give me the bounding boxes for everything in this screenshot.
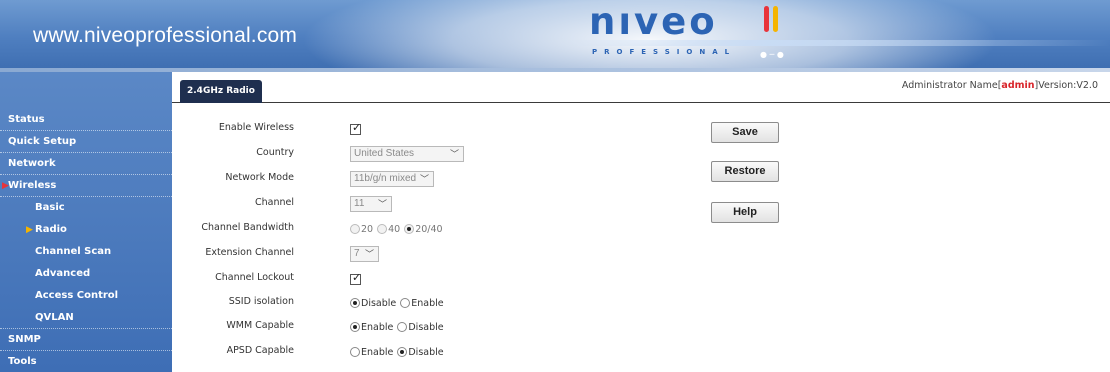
- tab-bar: 2.4GHz Radio Administrator Name[admin]Ve…: [172, 72, 1110, 103]
- bandwidth-40-radio[interactable]: [377, 224, 388, 234]
- ssid-isolation-label: SSID isolation: [228, 296, 294, 307]
- active-arrow-icon: ▶: [26, 225, 33, 235]
- sidebar-item-access-control[interactable]: Access Control: [0, 285, 172, 307]
- expand-arrow-icon: ▶: [2, 181, 9, 191]
- channel-lockout-row: Channel Lockout ✓: [172, 268, 592, 290]
- ssid-isolation-enable-radio[interactable]: [400, 298, 411, 308]
- bandwidth-20-40-radio[interactable]: [404, 224, 415, 234]
- bandwidth-20-40-label: 20/40: [415, 223, 443, 235]
- apsd-disable-radio[interactable]: [397, 347, 408, 357]
- site-url: www.niveoprofessional.com: [33, 24, 298, 47]
- apsd-capable-row: APSD Capable Enable Disable: [172, 341, 592, 363]
- logo-subtext: PROFESSIONAL: [592, 48, 737, 56]
- restore-button[interactable]: Restore: [711, 161, 779, 182]
- tab-2-4ghz-radio[interactable]: 2.4GHz Radio: [180, 80, 262, 103]
- sidebar-item-label: SNMP: [8, 334, 41, 345]
- sidebar-item-label: QVLAN: [35, 312, 74, 323]
- chevron-down-icon: ﹀: [364, 249, 374, 259]
- extension-channel-value: 7: [354, 248, 360, 259]
- sidebar-item-label: Wireless: [8, 180, 57, 191]
- chevron-down-icon: ﹀: [377, 199, 387, 209]
- apsd-enable-radio[interactable]: [350, 347, 360, 357]
- country-row: Country United States ﹀: [172, 143, 592, 165]
- checkmark-icon: ✓: [352, 270, 362, 284]
- network-mode-row: Network Mode 11b/g/n mixed ﹀: [172, 168, 592, 190]
- enable-wireless-label: Enable Wireless: [218, 122, 294, 133]
- channel-label: Channel: [254, 197, 294, 208]
- checkmark-icon: ✓: [352, 120, 362, 134]
- admin-name: admin: [1001, 80, 1035, 91]
- channel-bandwidth-row: Channel Bandwidth 20 40 20/40: [172, 218, 592, 240]
- country-value: United States: [354, 148, 415, 159]
- sidebar-item-status[interactable]: Status: [0, 109, 172, 131]
- admin-prefix: Administrator Name[: [901, 80, 1002, 91]
- chevron-down-icon: ﹀: [419, 174, 429, 184]
- enable-wireless-row: Enable Wireless ✓: [172, 118, 592, 140]
- bandwidth-20-radio[interactable]: [350, 224, 360, 234]
- channel-bandwidth-label: Channel Bandwidth: [201, 222, 294, 233]
- sidebar-item-label: Advanced: [35, 268, 91, 279]
- network-mode-label: Network Mode: [225, 172, 294, 183]
- wmm-disable-label: Disable: [408, 321, 444, 333]
- bandwidth-40-label: 40: [388, 223, 401, 235]
- ssid-isolation-row: SSID isolation Disable Enable: [172, 292, 592, 314]
- wmm-capable-row: WMM Capable Enable Disable: [172, 316, 592, 338]
- ssid-isolation-disable-radio[interactable]: [350, 298, 360, 308]
- channel-value: 11: [354, 198, 365, 209]
- wmm-disable-radio[interactable]: [397, 322, 408, 332]
- sidebar-item-label: Basic: [35, 202, 65, 213]
- chevron-down-icon: ﹀: [449, 149, 459, 159]
- sidebar-item-label: Access Control: [35, 290, 119, 301]
- help-button[interactable]: Help: [711, 202, 779, 223]
- channel-lockout-checkbox[interactable]: ✓: [350, 270, 362, 285]
- sidebar-item-label: Quick Setup: [8, 136, 77, 147]
- sidebar-item-basic[interactable]: Basic: [0, 197, 172, 219]
- sidebar-item-snmp[interactable]: SNMP: [0, 329, 172, 351]
- sidebar-item-wireless[interactable]: ▶ Wireless: [0, 175, 172, 197]
- network-mode-select[interactable]: 11b/g/n mixed ﹀: [350, 171, 434, 187]
- page-header: www.niveoprofessional.com nıveo PROFESSI…: [0, 0, 1110, 68]
- apsd-capable-label: APSD Capable: [226, 345, 294, 356]
- ssid-isolation-disable-label: Disable: [361, 297, 397, 309]
- channel-lockout-label: Channel Lockout: [215, 272, 294, 283]
- sidebar-item-label: Status: [8, 114, 45, 125]
- niveo-logo: nıveo: [589, 0, 718, 43]
- sidebar-item-label: Tools: [8, 356, 37, 367]
- country-select[interactable]: United States ﹀: [350, 146, 464, 162]
- admin-info: Administrator Name[admin]Version:V2.0: [902, 80, 1098, 91]
- wmm-capable-label: WMM Capable: [226, 320, 294, 331]
- sidebar-item-label: Channel Scan: [35, 246, 112, 257]
- wmm-enable-label: Enable: [361, 321, 394, 333]
- extension-channel-select[interactable]: 7 ﹀: [350, 246, 379, 262]
- sidebar-item-quick-setup[interactable]: Quick Setup: [0, 131, 172, 153]
- ssid-isolation-enable-label: Enable: [411, 297, 444, 309]
- extension-channel-row: Extension Channel 7 ﹀: [172, 243, 592, 265]
- logo-bars-icon: [764, 6, 786, 32]
- sidebar-item-tools[interactable]: Tools: [0, 351, 172, 372]
- sidebar-item-network[interactable]: Network: [0, 153, 172, 175]
- channel-row: Channel 11 ﹀: [172, 193, 592, 215]
- apsd-enable-label: Enable: [361, 346, 394, 358]
- sidebar-item-channel-scan[interactable]: Channel Scan: [0, 241, 172, 263]
- sidebar-item-qvlan[interactable]: QVLAN: [0, 307, 172, 329]
- logo-dots-icon: ● ─ ●: [760, 50, 784, 59]
- admin-suffix: ]Version:V2.0: [1034, 80, 1098, 91]
- network-mode-value: 11b/g/n mixed: [354, 173, 417, 184]
- sidebar-item-radio[interactable]: ▶ Radio: [0, 219, 172, 241]
- enable-wireless-checkbox[interactable]: ✓: [350, 120, 362, 135]
- apsd-disable-label: Disable: [408, 346, 444, 358]
- sidebar-item-label: Network: [8, 158, 56, 169]
- channel-select[interactable]: 11 ﹀: [350, 196, 392, 212]
- save-button[interactable]: Save: [711, 122, 779, 143]
- country-label: Country: [256, 147, 294, 158]
- sidebar-item-label: Radio: [35, 224, 67, 235]
- bandwidth-20-label: 20: [361, 223, 374, 235]
- extension-channel-label: Extension Channel: [205, 247, 294, 258]
- sidebar-item-advanced[interactable]: Advanced: [0, 263, 172, 285]
- wmm-enable-radio[interactable]: [350, 322, 360, 332]
